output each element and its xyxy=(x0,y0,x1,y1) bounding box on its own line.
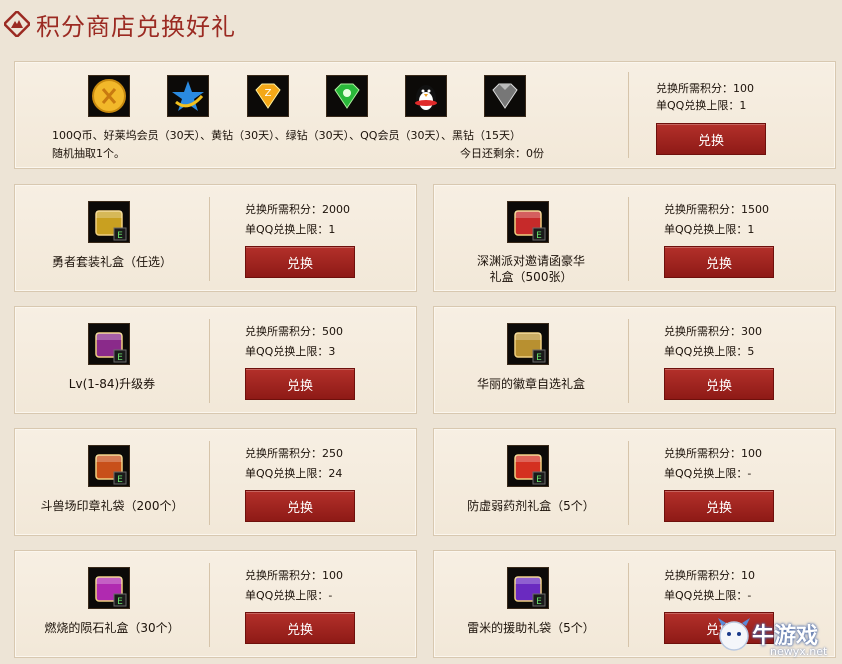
item-name: Lv(1-84)升级券 xyxy=(68,377,156,391)
item-name: 深渊派对邀请函豪华 礼盒（500张） xyxy=(440,253,622,285)
svg-text:E: E xyxy=(536,231,542,241)
divider xyxy=(209,441,210,525)
abyss-box-icon: E xyxy=(507,201,549,243)
svg-text:E: E xyxy=(536,475,542,485)
redeem-button[interactable]: 兑换 xyxy=(664,246,774,278)
cost-label: 兑换所需积分：100 xyxy=(245,569,343,582)
qq-penguin-icon xyxy=(405,75,447,117)
limit-label: 单QQ兑换上限：24 xyxy=(245,467,343,480)
item-name: 勇者套装礼盒（任选） xyxy=(51,255,172,269)
limit-label: 单QQ兑换上限：1 xyxy=(656,99,747,112)
svg-text:E: E xyxy=(536,353,542,363)
mountain-diamond-icon xyxy=(2,9,32,39)
gold-coin-icon xyxy=(88,75,130,117)
limit-label: 单QQ兑换上限：5 xyxy=(664,345,755,358)
item-panel: E 深渊派对邀请函豪华 礼盒（500张） 兑换所需积分：1500 单QQ兑换上限：1 兑换 xyxy=(433,184,836,292)
watermark: 牛游戏 newyx.net xyxy=(712,612,840,664)
redeem-button[interactable]: 兑换 xyxy=(245,368,355,400)
item-panel: E Lv(1-84)升级券 兑换所需积分：500 单QQ兑换上限：3 兑换 xyxy=(14,306,417,414)
limit-label: 单QQ兑换上限：3 xyxy=(245,345,336,358)
limit-label: 单QQ兑换上限：1 xyxy=(245,223,336,236)
divider xyxy=(628,319,629,403)
divider xyxy=(209,197,210,281)
potion-box-icon: E xyxy=(507,445,549,487)
divider xyxy=(628,197,629,281)
star-vip-icon xyxy=(167,75,209,117)
watermark-url: newyx.net xyxy=(770,645,828,658)
limit-label: 单QQ兑换上限：- xyxy=(245,589,333,602)
hero-box-icon: E xyxy=(88,201,130,243)
divider xyxy=(209,319,210,403)
green-diamond-icon xyxy=(326,75,368,117)
item-name-line: 深渊派对邀请函豪华 xyxy=(476,254,585,268)
divider xyxy=(628,441,629,525)
cost-label: 兑换所需积分：300 xyxy=(664,325,762,338)
black-diamond-icon xyxy=(484,75,526,117)
item-panel: E 勇者套装礼盒（任选） 兑换所需积分：2000 单QQ兑换上限：1 兑换 xyxy=(14,184,417,292)
item-panel: E 华丽的徽章自选礼盒 兑换所需积分：300 单QQ兑换上限：5 兑换 xyxy=(433,306,836,414)
divider xyxy=(628,563,629,647)
remaining-count: 今日还剩余：0份 xyxy=(460,147,544,160)
redeem-button[interactable]: 兑换 xyxy=(656,123,766,155)
cost-label: 兑换所需积分：2000 xyxy=(245,203,350,216)
svg-text:E: E xyxy=(117,353,123,363)
item-name: 斗兽场印章礼袋（200个） xyxy=(40,499,184,513)
page-title: 积分商店兑换好礼 xyxy=(36,12,236,41)
item-panel: E 斗兽场印章礼袋（200个） 兑换所需积分：250 单QQ兑换上限：24 兑换 xyxy=(14,428,417,536)
level-ticket-icon: E xyxy=(88,323,130,365)
cost-label: 兑换所需积分：1500 xyxy=(664,203,769,216)
meteor-box-icon: E xyxy=(88,567,130,609)
cost-label: 兑换所需积分：10 xyxy=(664,569,755,582)
svg-text:E: E xyxy=(536,597,542,607)
item-name: 燃烧的陨石礼盒（30个） xyxy=(44,621,180,635)
item-panel: E 防虚弱药剂礼盒（5个） 兑换所需积分：100 单QQ兑换上限：- 兑换 xyxy=(433,428,836,536)
cost-label: 兑换所需积分：100 xyxy=(656,82,754,95)
limit-label: 单QQ兑换上限：1 xyxy=(664,223,755,236)
redeem-button[interactable]: 兑换 xyxy=(245,246,355,278)
cost-label: 兑换所需积分：250 xyxy=(245,447,343,460)
featured-panel: Z 100Q币、好莱坞会员（30天）、黄钻（30天）、绿钻（30天）、QQ会员（… xyxy=(14,61,836,169)
svg-text:Z: Z xyxy=(265,88,272,99)
cost-label: 兑换所需积分：500 xyxy=(245,325,343,338)
featured-description: 100Q币、好莱坞会员（30天）、黄钻（30天）、绿钻（30天）、QQ会员（30… xyxy=(52,129,521,142)
redeem-button[interactable]: 兑换 xyxy=(245,490,355,522)
cost-label: 兑换所需积分：100 xyxy=(664,447,762,460)
page-header: 积分商店兑换好礼 xyxy=(0,0,842,48)
arena-seal-icon: E xyxy=(88,445,130,487)
item-panel: E 燃烧的陨石礼盒（30个） 兑换所需积分：100 单QQ兑换上限：- 兑换 xyxy=(14,550,417,658)
limit-label: 单QQ兑换上限：- xyxy=(664,589,752,602)
redeem-button[interactable]: 兑换 xyxy=(664,490,774,522)
redeem-button[interactable]: 兑换 xyxy=(245,612,355,644)
remy-bag-icon: E xyxy=(507,567,549,609)
yellow-diamond-icon: Z xyxy=(247,75,289,117)
item-name: 防虚弱药剂礼盒（5个） xyxy=(467,499,595,513)
badge-box-icon: E xyxy=(507,323,549,365)
featured-description-extra: 随机抽取1个。 xyxy=(52,147,125,160)
limit-label: 单QQ兑换上限：- xyxy=(664,467,752,480)
redeem-button[interactable]: 兑换 xyxy=(664,368,774,400)
divider xyxy=(628,72,629,158)
divider xyxy=(209,563,210,647)
item-name: 华丽的徽章自选礼盒 xyxy=(476,377,585,391)
svg-text:E: E xyxy=(117,597,123,607)
svg-text:E: E xyxy=(117,231,123,241)
item-name-line: 礼盒（500张） xyxy=(489,270,573,284)
svg-text:E: E xyxy=(117,475,123,485)
item-name: 雷米的援助礼袋（5个） xyxy=(467,621,595,635)
